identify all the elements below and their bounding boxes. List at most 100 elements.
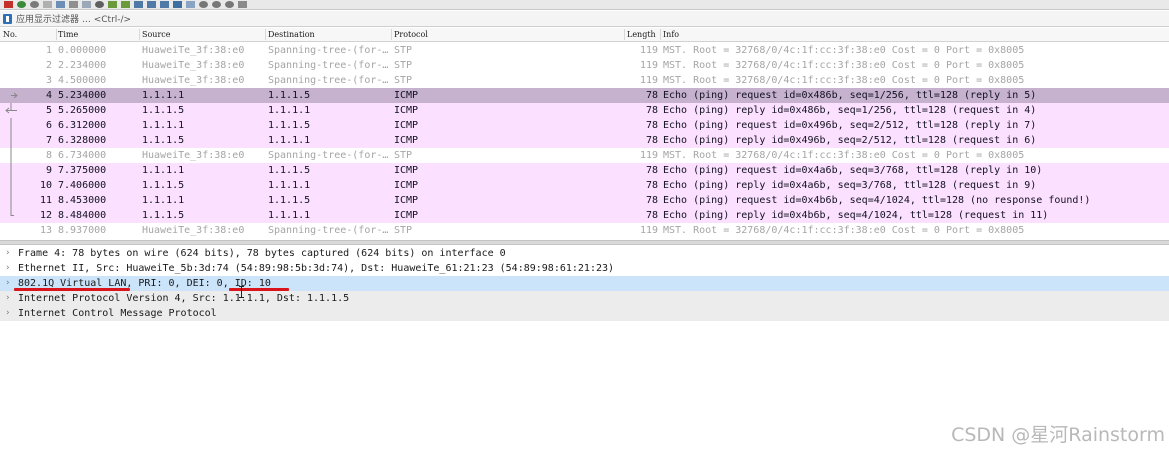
go-to-packet-icon[interactable] [134,1,143,8]
column-info[interactable]: Info [663,30,679,39]
save-file-icon[interactable] [56,1,65,8]
packet-info: MST. Root = 32768/0/4c:1f:cc:3f:38:e0 Co… [663,225,1025,236]
packet-length: 78 [645,120,658,131]
related-packet-line-icon [10,133,12,148]
detail-row[interactable]: › Internet Control Message Protocol [0,306,1169,321]
first-packet-icon[interactable] [147,1,156,8]
column-separator[interactable] [139,29,140,40]
packet-info: Echo (ping) reply id=0x486b, seq=1/256, … [663,105,1037,116]
related-packet-line-icon [10,178,12,193]
zoom-reset-icon[interactable] [225,1,234,8]
packet-info: MST. Root = 32768/0/4c:1f:cc:3f:38:e0 Co… [663,75,1025,86]
packet-row[interactable]: 7 6.328000 1.1.1.5 1.1.1.1 ICMP 78 Echo (ping)… [0,133,1169,148]
packet-info: Echo (ping) reply id=0x4a6b, seq=3/768, … [663,180,1037,191]
close-file-icon[interactable] [69,1,78,8]
last-packet-icon[interactable] [160,1,169,8]
packet-length: 119 [639,45,658,56]
packet-row[interactable]: 9 7.375000 1.1.1.1 1.1.1.5 ICMP 78 Echo (ping)… [0,163,1169,178]
packet-info: MST. Root = 32768/0/4c:1f:cc:3f:38:e0 Co… [663,60,1025,71]
watermark: CSDN @星河Rainstorm [951,424,1165,446]
detail-text: Internet Protocol Version 4, Src: 1.1.1.… [18,293,350,304]
packet-row[interactable]: 8 6.734000 HuaweiTe_3f:38:e0 Spanning-tree-… [0,148,1169,163]
column-separator[interactable] [56,29,57,40]
packet-length: 78 [645,90,658,101]
packet-length: 78 [645,180,658,191]
detail-row[interactable]: › Internet Protocol Version 4, Src: 1.1.1… [0,291,1169,306]
column-source[interactable]: Source [142,30,171,39]
expand-arrow-icon[interactable]: › [5,246,10,261]
packet-info: MST. Root = 32768/0/4c:1f:cc:3f:38:e0 Co… [663,45,1025,56]
packet-info: Echo (ping) request id=0x4a6b, seq=3/768… [663,165,1043,176]
related-packet-line-icon [10,163,12,178]
expand-arrow-icon[interactable]: › [5,261,10,276]
packet-info: Echo (ping) request id=0x486b, seq=1/256… [663,90,1037,101]
expand-arrow-icon[interactable]: › [5,291,10,306]
column-no[interactable]: No. [3,30,17,39]
detail-text: Frame 4: 78 bytes on wire (624 bits), 78… [18,248,506,259]
packet-row[interactable]: 6 6.312000 1.1.1.1 1.1.1.5 ICMP 78 Echo (ping)… [0,118,1169,133]
column-protocol[interactable]: Protocol [394,30,428,39]
packet-info: Echo (ping) reply id=0x496b, seq=2/512, … [663,135,1037,146]
text-cursor-icon [239,286,244,298]
detail-row[interactable]: › 802.1Q Virtual LAN, PRI: 0, DEI: 0, ID:… [0,276,1169,291]
packet-row[interactable]: 10 7.406000 1.1.1.5 1.1.1.1 ICMP 78 Echo (ping… [0,178,1169,193]
restart-capture-icon[interactable] [17,1,26,8]
packet-length: 119 [639,60,658,71]
column-separator[interactable] [391,29,392,40]
zoom-in-icon[interactable] [199,1,208,8]
packet-info: MST. Root = 32768/0/4c:1f:cc:3f:38:e0 Co… [663,150,1025,161]
request-arrow-icon [11,92,18,99]
column-separator[interactable] [265,29,266,40]
packet-row[interactable]: 2 2.234000 HuaweiTe_3f:38:e0 Spanning-tree-… [0,58,1169,73]
packet-list: 1 0.000000 HuaweiTe_3f:38:e0 Spanning-tree-… [0,43,1169,238]
display-filter-input[interactable]: 应用显示过滤器 … <Ctrl-/> [16,12,131,25]
zoom-out-icon[interactable] [212,1,221,8]
colorize-icon[interactable] [186,1,195,8]
column-destination[interactable]: Destination [268,30,315,39]
annotation-underline-vlan [14,288,130,291]
go-back-icon[interactable] [108,1,117,8]
column-separator[interactable] [624,29,625,40]
packet-row[interactable]: 5 5.265000 1.1.1.5 1.1.1.1 ICMP 78 Echo (ping)… [0,103,1169,118]
pane-splitter[interactable] [0,240,1169,245]
packet-row[interactable]: 3 4.500000 HuaweiTe_3f:38:e0 Spanning-tree-… [0,73,1169,88]
packet-row[interactable]: 1 0.000000 HuaweiTe_3f:38:e0 Spanning-tree-… [0,43,1169,58]
detail-row[interactable]: › Ethernet II, Src: HuaweiTe_5b:3d:74 (54… [0,261,1169,276]
packet-length: 78 [645,135,658,146]
reload-icon[interactable] [82,1,91,8]
packet-info: Echo (ping) request id=0x4b6b, seq=4/102… [663,195,1091,206]
packet-length: 78 [645,210,658,221]
detail-row[interactable]: › Frame 4: 78 bytes on wire (624 bits), 7… [0,246,1169,261]
display-filter-bar: 应用显示过滤器 … <Ctrl-/> [0,11,1169,27]
packet-row[interactable]: 13 8.937000 HuaweiTe_3f:38:e0 Spanning-tree… [0,223,1169,238]
options-icon[interactable] [30,1,39,8]
bookmark-icon[interactable] [3,13,12,24]
column-separator[interactable] [660,29,661,40]
stop-capture-icon[interactable] [4,1,13,8]
packet-length: 119 [639,150,658,161]
packet-row[interactable]: 4 5.234000 1.1.1.1 1.1.1.5 ICMP 78 Echo (ping)… [0,88,1169,103]
resize-columns-icon[interactable] [238,1,247,8]
expand-arrow-icon[interactable]: › [5,276,10,291]
packet-details-tree: › Frame 4: 78 bytes on wire (624 bits), 7… [0,246,1169,321]
detail-text: Internet Control Message Protocol [18,308,217,319]
packet-list-header: No. Time Source Destination Protocol Len… [0,28,1169,42]
detail-text: Ethernet II, Src: HuaweiTe_5b:3d:74 (54:… [18,263,615,274]
packet-length: 78 [645,195,658,206]
find-packet-icon[interactable] [95,1,104,8]
column-time[interactable]: Time [58,30,78,39]
packet-length: 78 [645,105,658,116]
packet-info: Echo (ping) reply id=0x4b6b, seq=4/1024,… [663,210,1049,221]
go-forward-icon[interactable] [121,1,130,8]
column-length[interactable]: Length [627,30,656,39]
reply-arrow-icon [5,103,17,114]
open-file-icon[interactable] [43,1,52,8]
related-packet-line-icon [10,208,14,216]
packet-row[interactable]: 12 8.484000 1.1.1.5 1.1.1.1 ICMP 78 Echo (ping… [0,208,1169,223]
autoscroll-icon[interactable] [173,1,182,8]
packet-row[interactable]: 11 8.453000 1.1.1.1 1.1.1.5 ICMP 78 Echo (ping… [0,193,1169,208]
related-packet-line-icon [10,193,12,208]
related-packet-line-icon [10,118,12,133]
packet-length: 119 [639,75,658,86]
expand-arrow-icon[interactable]: › [5,306,10,321]
